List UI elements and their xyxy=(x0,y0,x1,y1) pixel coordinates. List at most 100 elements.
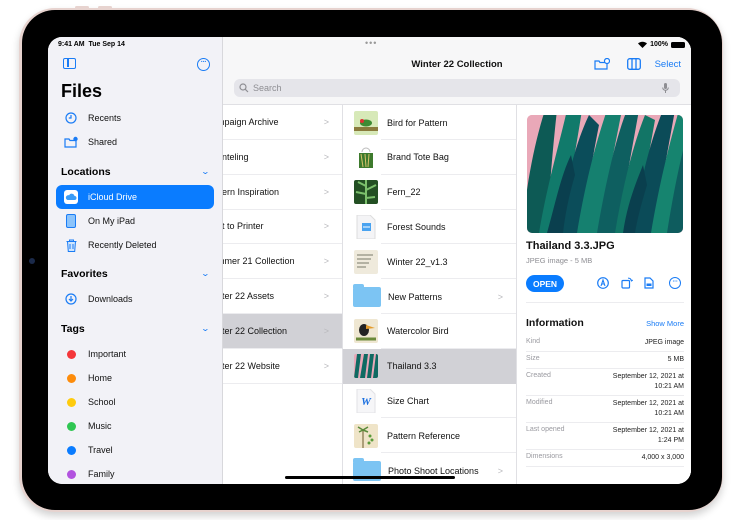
preview-pane: Thailand 3.3.JPG JPEG image - 5 MB OPEN … xyxy=(517,105,691,484)
image-thumbnail xyxy=(354,180,378,205)
main-area: ••• 100% Winter 22 Collection Select Sea… xyxy=(223,37,691,484)
info-row-kind: Kind JPEG image xyxy=(526,335,684,352)
file-meta: JPEG image - 5 MB xyxy=(526,256,593,265)
file-row[interactable]: Bird for Pattern xyxy=(343,105,516,140)
file-row[interactable]: Pattern Reference xyxy=(343,418,516,454)
status-indicators: 100% xyxy=(638,41,685,48)
sidebar-item-recents[interactable]: Recents xyxy=(56,106,214,130)
show-more-link[interactable]: Show More xyxy=(646,319,684,328)
folder-row[interactable]: nter 22 Collection > xyxy=(223,313,342,349)
tag-dot-icon xyxy=(64,443,78,457)
info-row-created: Created September 12, 2021 at 10:21 AM xyxy=(526,369,684,396)
file-row[interactable]: Brand Tote Bag xyxy=(343,140,516,175)
status-time: 9:41 AM Tue Sep 14 xyxy=(58,41,125,48)
sidebar-item-shared[interactable]: Shared xyxy=(56,130,214,154)
folder-row[interactable]: mmer 21 Collection > xyxy=(223,244,342,280)
word-document-icon: W xyxy=(356,388,376,413)
image-thumbnail xyxy=(354,110,378,135)
sidebar-tag-home[interactable]: Home xyxy=(56,366,214,390)
sidebar-item-recently-deleted[interactable]: Recently Deleted xyxy=(56,233,214,257)
sidebar-tag-travel[interactable]: Travel xyxy=(56,438,214,462)
file-row[interactable]: W Size Chart xyxy=(343,383,516,419)
chevron-right-icon: > xyxy=(323,186,329,197)
tag-dot-icon xyxy=(64,395,78,409)
chevron-right-icon: > xyxy=(323,221,329,232)
shared-folder-icon xyxy=(64,135,78,149)
tag-dot-icon xyxy=(64,467,78,481)
file-row[interactable]: Fern_22 xyxy=(343,175,516,210)
image-preview xyxy=(527,115,683,233)
file-column: Bird for Pattern Brand Tote Bag Fern_22 For… xyxy=(343,105,517,484)
microphone-icon[interactable] xyxy=(662,83,669,93)
search-icon xyxy=(239,83,249,93)
file-row[interactable]: Watercolor Bird xyxy=(343,314,516,349)
multitasking-handle[interactable]: ••• xyxy=(365,38,377,48)
favorites-header[interactable]: Favorites xyxy=(61,268,108,280)
info-row-last-opened: Last opened September 12, 2021 at 1:24 PM xyxy=(526,423,684,450)
folder-row[interactable]: nter 22 Assets> xyxy=(223,279,342,314)
folder-row[interactable]: enteling> xyxy=(223,140,342,175)
column-view-icon[interactable] xyxy=(627,58,641,70)
sidebar-item-downloads[interactable]: Downloads xyxy=(56,287,214,311)
ipad-icon xyxy=(64,214,78,228)
tag-dot-icon xyxy=(64,371,78,385)
markup-icon[interactable] xyxy=(597,277,609,289)
sidebar-tag-family[interactable]: Family xyxy=(56,462,214,484)
top-button xyxy=(75,6,89,9)
info-row-size: Size 5 MB xyxy=(526,352,684,369)
sidebar-tag-school[interactable]: School xyxy=(56,390,214,414)
divider xyxy=(526,302,684,303)
tags-header[interactable]: Tags xyxy=(61,323,85,335)
tag-dot-icon xyxy=(64,347,78,361)
image-thumbnail xyxy=(354,319,378,344)
locations-header[interactable]: Locations xyxy=(61,166,111,178)
chevron-down-icon[interactable]: ⌄ xyxy=(201,324,210,333)
chevron-right-icon: > xyxy=(323,360,329,371)
folder-row[interactable]: nt to Printer> xyxy=(223,209,342,245)
folder-row[interactable]: Photo Shoot Locations > xyxy=(343,453,516,484)
audio-file-icon xyxy=(356,214,376,239)
folder-row[interactable]: ttern Inspiration > xyxy=(223,175,342,210)
wifi-icon xyxy=(638,41,648,48)
rotate-icon[interactable] xyxy=(621,277,633,289)
sidebar: 9:41 AM Tue Sep 14 ··· Files Recents Sha… xyxy=(48,37,223,484)
sidebar-tag-music[interactable]: Music xyxy=(56,414,214,438)
home-indicator[interactable] xyxy=(285,476,455,479)
image-thumbnail xyxy=(354,423,378,448)
chevron-down-icon[interactable]: ⌄ xyxy=(201,167,210,176)
folder-icon xyxy=(353,283,381,307)
folder-row[interactable]: mpaign Archive > xyxy=(223,105,342,140)
new-folder-icon[interactable] xyxy=(594,58,610,70)
sidebar-tag-important[interactable]: Important xyxy=(56,342,214,366)
search-input[interactable]: Search xyxy=(234,79,680,97)
volume-button xyxy=(98,6,112,9)
chevron-right-icon: > xyxy=(323,151,329,162)
battery-icon xyxy=(671,41,685,48)
info-row-modified: Modified September 12, 2021 at 10:21 AM xyxy=(526,396,684,423)
image-thumbnail xyxy=(354,145,378,170)
more-actions-icon[interactable]: ··· xyxy=(669,277,681,289)
sidebar-toggle-icon[interactable] xyxy=(63,58,76,69)
create-pdf-icon[interactable] xyxy=(643,277,655,289)
icloud-icon xyxy=(64,190,78,204)
sidebar-item-icloud-drive[interactable]: iCloud Drive xyxy=(56,185,214,209)
folder-row[interactable]: nter 22 Website > xyxy=(223,349,342,384)
page-title: Files xyxy=(61,81,103,101)
select-button[interactable]: Select xyxy=(655,59,681,70)
chevron-right-icon: > xyxy=(323,117,329,127)
chevron-right-icon: > xyxy=(497,291,503,302)
chevron-right-icon: > xyxy=(323,325,329,336)
svg-text:W: W xyxy=(361,396,372,408)
front-camera xyxy=(29,258,35,264)
folder-row[interactable]: New Patterns > xyxy=(343,279,516,314)
clock-icon xyxy=(64,111,78,125)
file-row[interactable]: Thailand 3.3 xyxy=(343,348,516,384)
tag-dot-icon xyxy=(64,419,78,433)
more-options-icon[interactable]: ··· xyxy=(197,58,210,71)
chevron-down-icon[interactable]: ⌄ xyxy=(201,269,210,278)
sidebar-item-on-my-ipad[interactable]: On My iPad xyxy=(56,209,214,233)
toolbar: ••• 100% Winter 22 Collection Select Sea… xyxy=(223,37,691,105)
open-button[interactable]: OPEN xyxy=(526,275,564,292)
file-row[interactable]: Winter 22_v1.3 xyxy=(343,244,516,280)
file-row[interactable]: Forest Sounds xyxy=(343,209,516,245)
